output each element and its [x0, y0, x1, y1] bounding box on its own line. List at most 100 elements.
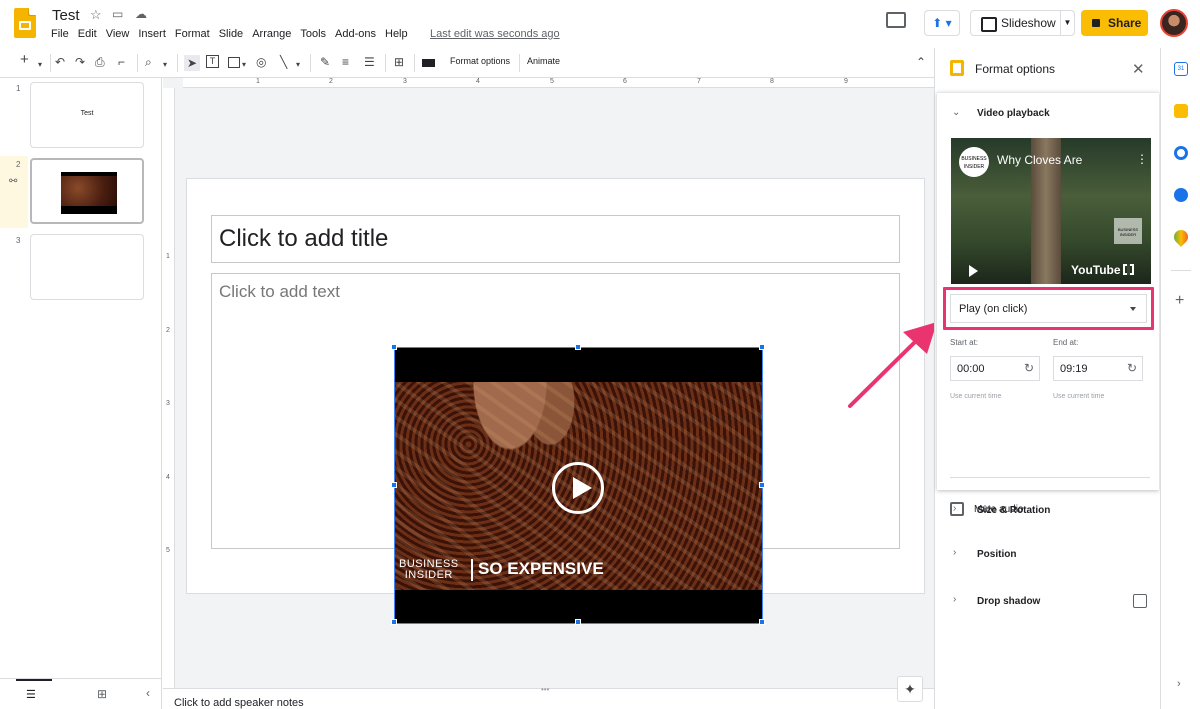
cloud-status-icon[interactable]: ☁ [135, 7, 147, 21]
preview-video-title: Why Cloves Are [997, 153, 1083, 167]
menu-tools[interactable]: Tools [300, 28, 326, 40]
text-box-icon[interactable]: T [206, 55, 219, 68]
border-weight-icon[interactable]: ≡ [342, 55, 349, 69]
title-placeholder[interactable]: Click to add title [211, 215, 900, 263]
menu-slide[interactable]: Slide [219, 28, 243, 40]
menu-arrange[interactable]: Arrange [252, 28, 291, 40]
account-avatar[interactable] [1160, 9, 1188, 37]
image-icon[interactable] [228, 57, 240, 68]
shape-icon[interactable]: ◎ [256, 55, 266, 69]
resize-handle[interactable] [759, 482, 765, 488]
slides-logo-icon[interactable] [14, 8, 36, 38]
chevron-right-icon[interactable]: › [953, 503, 956, 514]
refresh-icon[interactable]: ↻ [1024, 361, 1034, 375]
section-header-size-rotation[interactable]: Size & Rotation [977, 505, 1050, 516]
chevron-right-icon[interactable]: › [953, 547, 956, 558]
video-preview[interactable]: BUSINESS INSIDER Why Cloves Are ⋮ BUSINE… [951, 138, 1151, 284]
slide-thumbnail-2[interactable] [30, 158, 144, 224]
zoom-icon[interactable]: ⌕ [145, 55, 152, 69]
expand-panel-icon[interactable]: › [1177, 678, 1181, 690]
more-options-icon[interactable]: ⋮ [1136, 152, 1148, 166]
star-icon[interactable]: ☆ [90, 7, 102, 23]
line-icon[interactable]: ╲ [280, 55, 287, 69]
menu-insert[interactable]: Insert [138, 28, 166, 40]
resize-handle[interactable] [391, 482, 397, 488]
video-frame-image: BUSINESS INSIDER SO EXPENSIVE [395, 382, 762, 590]
add-on-plus-icon[interactable]: + [1175, 292, 1184, 310]
filmstrip-footer: ☰ ⊞ ‹ [0, 678, 162, 708]
section-header-position[interactable]: Position [977, 549, 1016, 560]
add-comment-icon[interactable]: ⊞ [394, 55, 404, 69]
grid-view-icon[interactable]: ⊞ [97, 687, 107, 701]
format-options-button[interactable]: Format options [450, 56, 510, 66]
resize-handle[interactable] [575, 344, 581, 350]
menu-format[interactable]: Format [175, 28, 210, 40]
section-header-video-playback[interactable]: Video playback [977, 108, 1050, 119]
menu-addons[interactable]: Add-ons [335, 28, 376, 40]
explore-icon[interactable]: ✦ [897, 676, 923, 702]
resize-handle[interactable] [759, 619, 765, 625]
keep-icon[interactable] [1174, 104, 1188, 118]
menu-edit[interactable]: Edit [78, 28, 97, 40]
slide-canvas[interactable]: Click to add title Click to add text BUS… [186, 178, 925, 625]
end-time-input[interactable]: 09:19 ↻ [1053, 356, 1143, 381]
new-slide-dropdown-icon[interactable]: ▾ [38, 58, 42, 72]
play-icon[interactable] [552, 462, 604, 514]
speaker-notes-placeholder[interactable]: Click to add speaker notes [174, 697, 304, 709]
playback-mode-select[interactable]: Play (on click) [950, 294, 1147, 323]
slideshow-dropdown-icon[interactable]: ▼ [1060, 11, 1074, 35]
refresh-icon[interactable]: ↻ [1127, 361, 1137, 375]
animate-button[interactable]: Animate [527, 56, 560, 66]
tasks-icon[interactable] [1174, 146, 1188, 160]
section-header-drop-shadow[interactable]: Drop shadow [977, 596, 1040, 607]
paint-format-icon[interactable]: ⌐ [118, 55, 125, 69]
present-upload-icon: ⬆ ▾ [932, 16, 952, 30]
embedded-video[interactable]: BUSINESS INSIDER SO EXPENSIVE [391, 344, 765, 625]
use-current-time-start[interactable]: Use current time [950, 393, 1001, 400]
preview-play-icon[interactable] [969, 265, 978, 277]
fullscreen-icon[interactable] [1123, 264, 1134, 275]
undo-icon[interactable]: ↶ [55, 55, 65, 69]
present-to-meeting-button[interactable]: ⬆ ▾ [924, 10, 960, 36]
slideshow-button[interactable]: Slideshow ▼ [970, 10, 1075, 36]
comment-history-icon[interactable] [886, 12, 906, 28]
use-current-time-end[interactable]: Use current time [1053, 393, 1104, 400]
slide-thumbnail-1[interactable]: Test [30, 82, 144, 148]
drop-shadow-checkbox[interactable] [1133, 594, 1147, 608]
collapse-filmstrip-icon[interactable]: ‹ [146, 686, 150, 700]
resize-handle[interactable] [575, 619, 581, 625]
replace-image-icon[interactable] [422, 59, 435, 67]
notes-resize-handle[interactable]: ••• [541, 685, 549, 694]
border-color-icon[interactable]: ✎ [320, 55, 330, 69]
resize-handle[interactable] [391, 619, 397, 625]
print-icon[interactable]: ⎙ [95, 55, 105, 69]
select-cursor-icon[interactable]: ➤ [184, 55, 201, 71]
collapse-toolbar-icon[interactable]: ⌃ [916, 55, 926, 69]
resize-handle[interactable] [391, 344, 397, 350]
calendar-icon[interactable]: 31 [1174, 62, 1188, 76]
border-dash-icon[interactable]: ☰ [364, 55, 375, 69]
menu-help[interactable]: Help [385, 28, 408, 40]
filmstrip-view-icon[interactable]: ☰ [26, 688, 36, 701]
menu-view[interactable]: View [106, 28, 130, 40]
document-title[interactable]: Test [52, 7, 80, 24]
move-folder-icon[interactable]: ▭ [112, 7, 123, 21]
last-edit-link[interactable]: Last edit was seconds ago [430, 28, 560, 40]
close-icon[interactable]: ✕ [1132, 60, 1145, 78]
contacts-icon[interactable] [1174, 188, 1188, 202]
menu-file[interactable]: File [51, 28, 69, 40]
share-button[interactable]: Share [1081, 10, 1148, 36]
image-dropdown-icon[interactable]: ▾ [242, 58, 246, 72]
chevron-right-icon[interactable]: › [953, 594, 956, 605]
chevron-down-icon[interactable]: ⌄ [952, 107, 960, 118]
section-divider [950, 477, 1150, 478]
speaker-notes[interactable]: ••• Click to add speaker notes [163, 685, 934, 709]
line-dropdown-icon[interactable]: ▾ [296, 58, 300, 72]
slide-thumbnail-3[interactable] [30, 234, 144, 300]
new-slide-icon[interactable]: + [20, 52, 29, 67]
redo-icon[interactable]: ↷ [75, 55, 85, 69]
maps-icon[interactable] [1171, 227, 1191, 247]
zoom-dropdown-icon[interactable]: ▾ [163, 58, 167, 72]
resize-handle[interactable] [759, 344, 765, 350]
start-time-input[interactable]: 00:00 ↻ [950, 356, 1040, 381]
